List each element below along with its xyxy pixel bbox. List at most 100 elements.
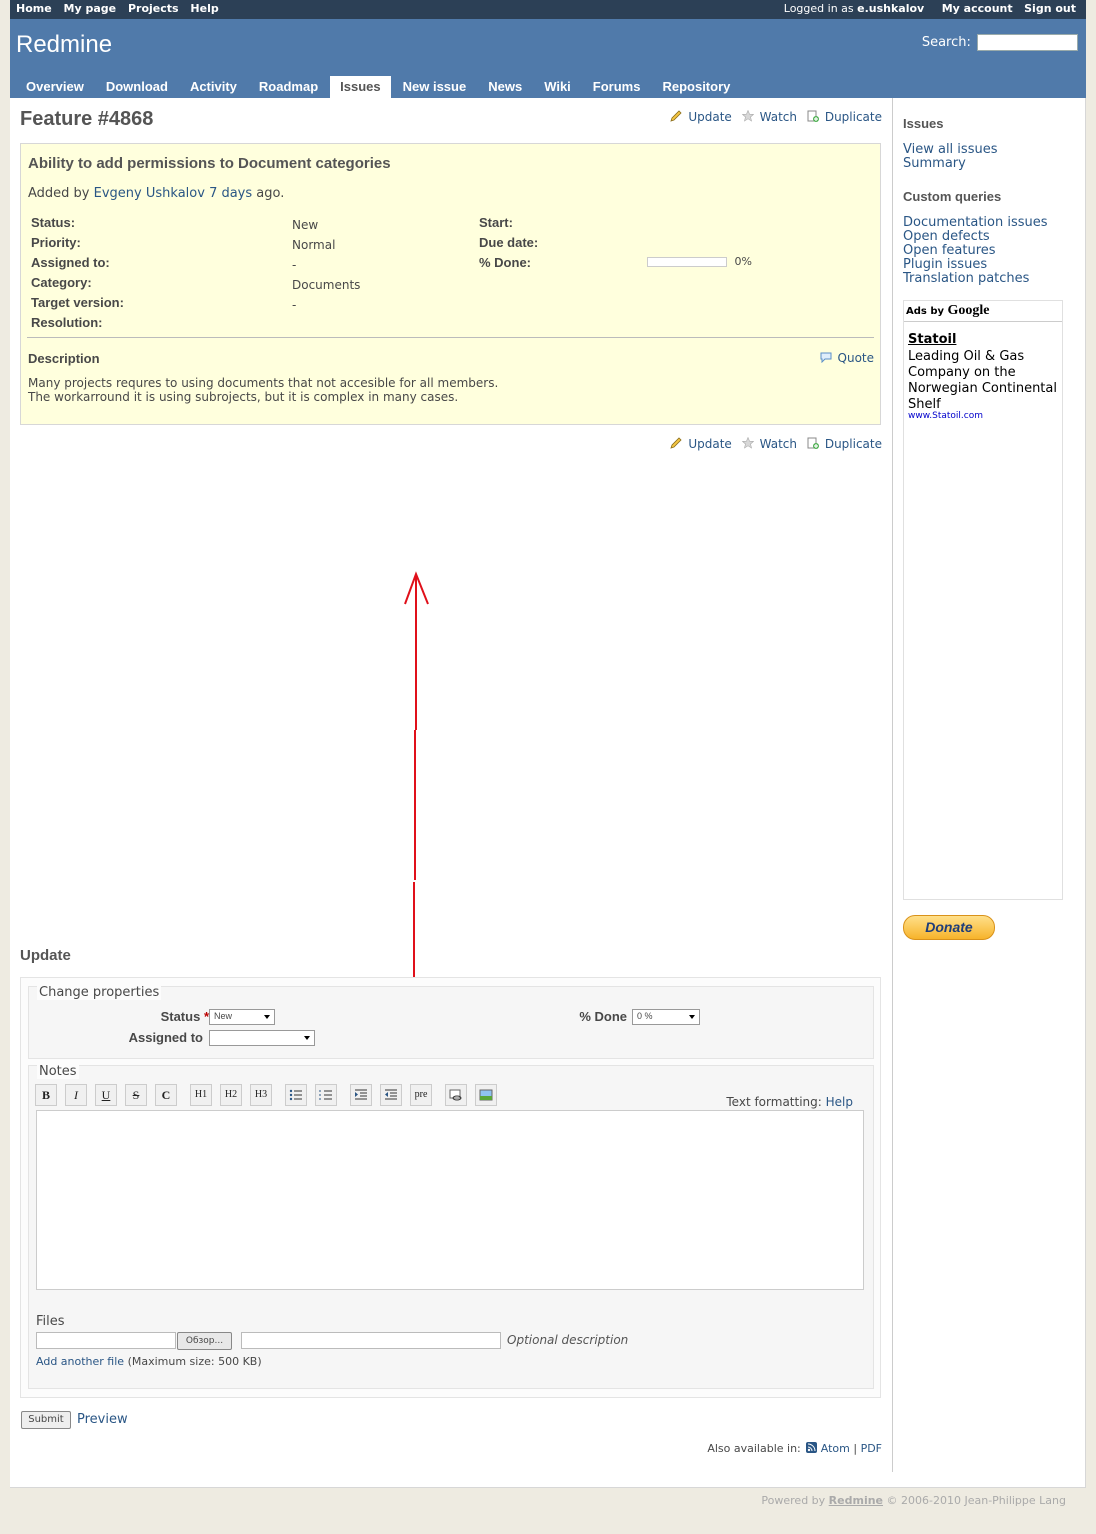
resolution-label: Resolution: [31,315,103,330]
query-open-defects[interactable]: Open defects [903,230,1048,244]
donate-button[interactable]: Donate [903,915,995,940]
outdent-icon [385,1089,397,1100]
h3-button[interactable]: H3 [250,1084,272,1106]
redmine-link[interactable]: Redmine [829,1494,883,1507]
tab-roadmap[interactable]: Roadmap [249,76,328,98]
notes-textarea[interactable] [36,1110,864,1290]
add-another-file-link[interactable]: Add another file [36,1355,124,1368]
tab-wiki[interactable]: Wiki [534,76,581,98]
quick-search: Search: [922,34,1078,51]
top-menu-home[interactable]: Home [16,2,52,15]
top-menu-my-page[interactable]: My page [64,2,117,15]
pre-button[interactable]: pre [410,1084,432,1106]
issue-author-line: Added by Evgeny Ushkalov 7 days ago. [28,186,284,201]
italic-button[interactable]: I [65,1084,87,1106]
query-plugin-issues[interactable]: Plugin issues [903,258,1048,272]
duplicate-link-bottom[interactable]: Duplicate [825,437,882,451]
code-button[interactable]: C [155,1084,177,1106]
query-translation-patches[interactable]: Translation patches [903,272,1048,286]
contextual-bottom: Update Watch Duplicate [664,437,882,451]
atom-link[interactable]: Atom [821,1442,850,1455]
ad-box: Ads by Google Statoil Leading Oil & Gas … [903,300,1063,900]
assigned-select[interactable] [209,1030,315,1046]
status-label: Status: [31,215,76,230]
sign-out-link[interactable]: Sign out [1024,2,1076,15]
top-menu: Home My page Projects Help Logged in as … [10,0,1086,19]
notes-legend: Notes [37,1064,79,1079]
underline-button[interactable]: U [95,1084,117,1106]
top-menu-projects[interactable]: Projects [128,2,179,15]
top-menu-help[interactable]: Help [190,2,218,15]
browse-button[interactable]: Обзор... [177,1332,232,1350]
indent-button[interactable] [350,1084,372,1106]
search-input[interactable] [977,34,1078,51]
assigned-label: Assigned to: [31,255,110,270]
tab-new-issue[interactable]: New issue [393,76,477,98]
ad-text[interactable]: Leading Oil & Gas Company on the Norwegi… [908,349,1060,413]
h2-button[interactable]: H2 [220,1084,242,1106]
query-documentation-issues[interactable]: Documentation issues [903,216,1048,230]
done-percent: 0% [734,255,752,268]
sidebar-divider [892,98,893,1472]
logged-in-prefix: Logged in as [783,2,854,15]
summary-link[interactable]: Summary [903,157,997,171]
tab-activity[interactable]: Activity [180,76,247,98]
age-link[interactable]: 7 days [209,186,252,201]
done-value: 0% [647,255,752,268]
tab-forums[interactable]: Forums [583,76,651,98]
preview-link[interactable]: Preview [77,1412,128,1427]
image-button[interactable] [475,1084,497,1106]
my-account-link[interactable]: My account [942,2,1013,15]
ads-by-google[interactable]: Ads by Google [906,303,990,319]
status-select[interactable]: New [209,1009,275,1025]
update-heading: Update [20,947,71,964]
update-link-bottom[interactable]: Update [688,437,731,451]
update-link[interactable]: Update [688,110,731,124]
submit-button[interactable]: Submit [21,1411,71,1429]
priority-value: Normal [292,238,336,252]
duplicate-link[interactable]: Duplicate [825,110,882,124]
author-link[interactable]: Evgeny Ushkalov [94,186,205,201]
page-wrapper: Home My page Projects Help Logged in as … [10,0,1086,1488]
numbered-list-icon [319,1090,332,1100]
tab-download[interactable]: Download [96,76,178,98]
tab-issues[interactable]: Issues [330,76,391,98]
description-line-1: Many projects requres to using documents… [28,376,499,390]
outdent-button[interactable] [380,1084,402,1106]
quote-link[interactable]: Quote [838,351,874,365]
bold-button[interactable]: B [35,1084,57,1106]
ad-title-link[interactable]: Statoil [908,332,956,347]
target-version-value: - [292,298,297,312]
due-date-label: Due date: [479,235,539,250]
file-path-input[interactable] [36,1332,176,1349]
file-description-input[interactable] [241,1332,501,1349]
ad-url-link[interactable]: www.Statoil.com [908,411,983,421]
done-select[interactable]: 0 % [632,1009,700,1025]
unordered-list-button[interactable] [285,1084,307,1106]
powered-by-label: Powered by [761,1494,826,1507]
tab-repository[interactable]: Repository [652,76,740,98]
strikethrough-button[interactable]: S [125,1084,147,1106]
added-by-prefix: Added by [28,186,90,201]
issue-details: Ability to add permissions to Document c… [20,143,881,425]
target-version-label: Target version: [31,295,124,310]
footer: Powered by Redmine © 2006-2010 Jean-Phil… [0,1494,1066,1507]
link-button[interactable] [445,1084,467,1106]
ordered-list-button[interactable] [315,1084,337,1106]
formatting-help-link[interactable]: Help [826,1095,853,1109]
duplicate-icon [807,437,819,449]
tab-news[interactable]: News [478,76,532,98]
view-all-issues-link[interactable]: View all issues [903,143,997,157]
pdf-link[interactable]: PDF [861,1442,882,1455]
sidebar-issues-links: View all issues Summary [903,143,997,171]
watch-link-bottom[interactable]: Watch [760,437,797,451]
watch-link[interactable]: Watch [760,110,797,124]
account-area: Logged in as e.ushkalov My account Sign … [784,2,1084,15]
other-formats-label: Also available in: [707,1442,801,1455]
tab-overview[interactable]: Overview [16,76,94,98]
quote-action: Quote [820,351,874,365]
custom-queries-title: Custom queries [903,189,1002,204]
h1-button[interactable]: H1 [190,1084,212,1106]
text-formatting: Text formatting: Help [726,1095,853,1109]
query-open-features[interactable]: Open features [903,244,1048,258]
